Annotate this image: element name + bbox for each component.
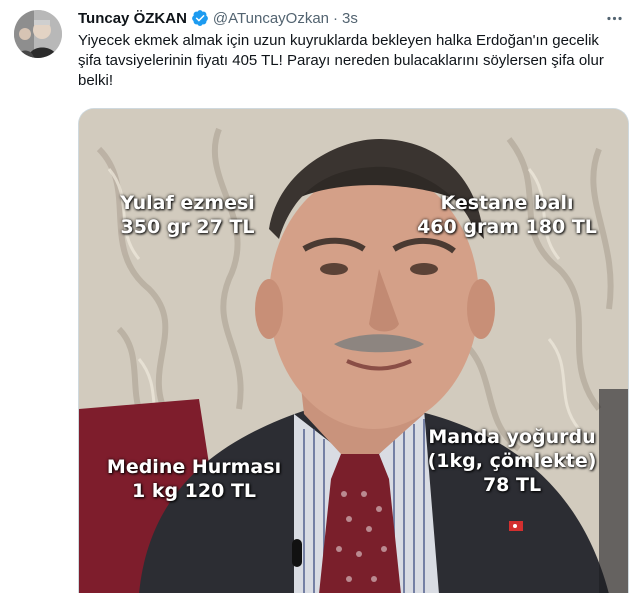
caption-medine-price: 1 kg 120 TL — [131, 480, 257, 502]
author-display-name[interactable]: Tuncay ÖZKAN — [78, 10, 187, 27]
caption-manda-name: Manda yoğurdu — [428, 426, 596, 448]
caption-medine: Medine Hurması 1 kg 120 TL — [99, 455, 289, 503]
caption-kestane: Kestane balı 460 gram 180 TL — [412, 191, 602, 239]
more-horizontal-icon — [606, 16, 622, 20]
caption-kestane-price: 460 gram 180 TL — [417, 216, 597, 238]
verified-badge-icon — [191, 9, 209, 27]
photo-scene — [79, 109, 628, 593]
caption-manda-detail: (1kg, çömlekte) — [427, 450, 597, 472]
author-handle[interactable]: @ATuncayOzkan — [213, 10, 329, 27]
caption-medine-name: Medine Hurması — [106, 456, 282, 478]
caption-yulaf-price: 350 gr 27 TL — [120, 216, 255, 238]
tweet-timestamp[interactable]: 3s — [342, 10, 358, 27]
avatar-image — [14, 10, 62, 58]
separator-dot: · — [333, 9, 339, 27]
caption-manda: Manda yoğurdu (1kg, çömlekte) 78 TL — [422, 425, 602, 497]
tweet-header: Tuncay ÖZKAN @ATuncayOzkan · 3s — [78, 8, 358, 28]
caption-kestane-name: Kestane balı — [440, 192, 574, 214]
tweet[interactable]: Tuncay ÖZKAN @ATuncayOzkan · 3s Yiyecek … — [0, 0, 640, 593]
author-avatar[interactable] — [14, 10, 62, 58]
tweet-text: Yiyecek ekmek almak için uzun kuyruklard… — [78, 32, 604, 89]
caption-yulaf: Yulaf ezmesi 350 gr 27 TL — [105, 191, 270, 239]
more-options-button[interactable] — [602, 6, 626, 30]
tweet-media-image[interactable]: Yulaf ezmesi 350 gr 27 TL Kestane balı 4… — [78, 108, 629, 593]
caption-manda-price: 78 TL — [482, 474, 542, 496]
caption-yulaf-name: Yulaf ezmesi — [120, 192, 255, 214]
